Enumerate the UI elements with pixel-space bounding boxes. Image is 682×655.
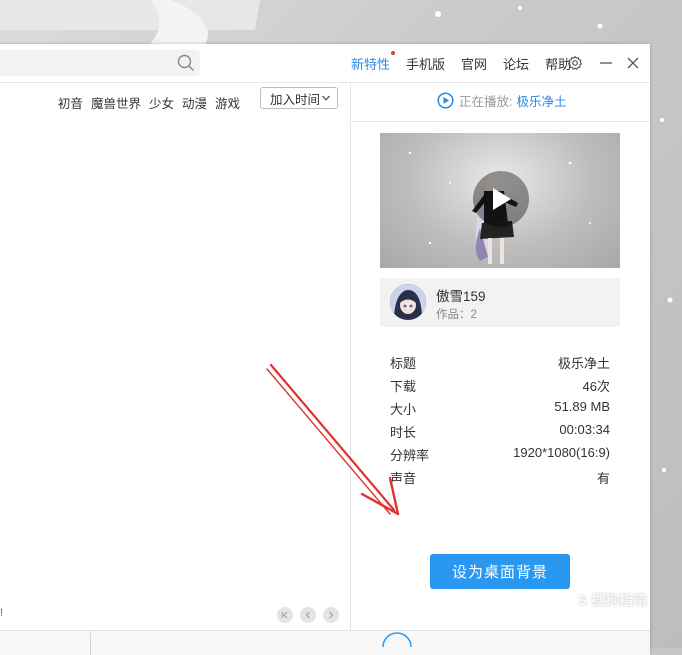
bottom-circle-icon[interactable] — [381, 629, 413, 655]
minimize-icon[interactable] — [596, 53, 616, 73]
author-works-count: 作品：2 — [436, 309, 477, 321]
detail-value: 有 — [596, 471, 610, 486]
nav-official-site[interactable]: 官网 — [461, 54, 487, 73]
set-as-wallpaper-button[interactable]: 设为桌面背景 — [430, 554, 570, 589]
search-icon[interactable] — [176, 53, 196, 73]
detail-row-downloads: 下载 46次 — [390, 373, 610, 396]
first-page-icon[interactable] — [277, 607, 293, 623]
tag-hatsune[interactable]: 初音 — [58, 93, 83, 112]
wallpaper-details: 标题 极乐净土 下载 46次 大小 51.89 MB 时长 00:03:34 分… — [390, 350, 610, 488]
detail-key: 标题 — [390, 356, 417, 371]
tag-warcraft[interactable]: 魔兽世界 — [91, 93, 141, 112]
author-name[interactable]: 傲雪159 — [436, 285, 486, 305]
play-circle-icon — [437, 91, 454, 109]
detail-row-duration: 时长 00:03:34 — [390, 419, 610, 442]
detail-value: 00:03:34 — [559, 422, 610, 437]
detail-key: 大小 — [390, 402, 417, 417]
bottom-tab[interactable] — [0, 631, 91, 655]
pager — [277, 607, 346, 623]
detail-value: 1920*1080(16:9) — [513, 445, 610, 460]
right-panel-divider — [351, 121, 650, 122]
watermark: S 搜狗指南 — [578, 592, 648, 608]
top-bar: 新特性 手机版 官网 论坛 帮助 — [0, 44, 650, 82]
detail-key: 下载 — [390, 379, 417, 394]
nav-new-features[interactable]: 新特性 — [351, 50, 396, 73]
new-dot — [391, 50, 396, 55]
sort-label: 加入时间 — [270, 92, 321, 107]
detail-key: 时长 — [390, 425, 417, 440]
nav-mobile[interactable]: 手机版 — [406, 54, 445, 73]
search-input[interactable] — [0, 50, 200, 76]
app-window: 新特性 手机版 官网 论坛 帮助 初音 魔兽世界 少女 动漫 游戏 加入时间 正… — [0, 44, 650, 655]
detail-row-size: 大小 51.89 MB — [390, 396, 610, 419]
detail-key: 分辨率 — [390, 448, 430, 463]
nav-label: 新特性 — [351, 56, 391, 72]
detail-key: 声音 — [390, 471, 417, 486]
detail-row-resolution: 分辨率 1920*1080(16:9) — [390, 442, 610, 465]
sort-dropdown[interactable]: 加入时间 — [260, 87, 338, 109]
detail-value: 极乐净土 — [557, 356, 610, 371]
detail-row-audio: 声音 有 — [390, 465, 610, 488]
next-page-icon[interactable] — [323, 607, 339, 623]
tag-girl[interactable]: 少女 — [149, 93, 174, 112]
tag-list: 初音 魔兽世界 少女 动漫 游戏 — [50, 83, 240, 121]
settings-gear-icon[interactable] — [565, 53, 585, 73]
play-icon — [493, 188, 511, 210]
video-preview[interactable] — [380, 133, 620, 268]
detail-value: 46次 — [582, 379, 610, 394]
notice-text: ! — [0, 607, 4, 619]
play-button[interactable] — [473, 171, 529, 227]
nav-forum[interactable]: 论坛 — [503, 54, 529, 73]
bottom-bar — [0, 630, 650, 655]
detail-row-title: 标题 极乐净土 — [390, 350, 610, 373]
chevron-down-icon — [322, 95, 330, 101]
top-nav: 新特性 手机版 官网 论坛 帮助 — [351, 44, 587, 82]
now-playing-title[interactable]: 极乐净土 — [516, 91, 566, 110]
avatar[interactable] — [390, 284, 426, 320]
now-playing-label: 正在播放: — [459, 94, 513, 109]
detail-value: 51.89 MB — [554, 399, 610, 414]
prev-page-icon[interactable] — [300, 607, 316, 623]
tag-game[interactable]: 游戏 — [215, 93, 240, 112]
close-icon[interactable] — [623, 53, 643, 73]
author-card[interactable]: 傲雪159 作品：2 — [380, 278, 620, 327]
tag-anime[interactable]: 动漫 — [182, 93, 207, 112]
panel-divider — [350, 83, 351, 633]
now-playing: 正在播放: 极乐净土 — [437, 90, 567, 110]
